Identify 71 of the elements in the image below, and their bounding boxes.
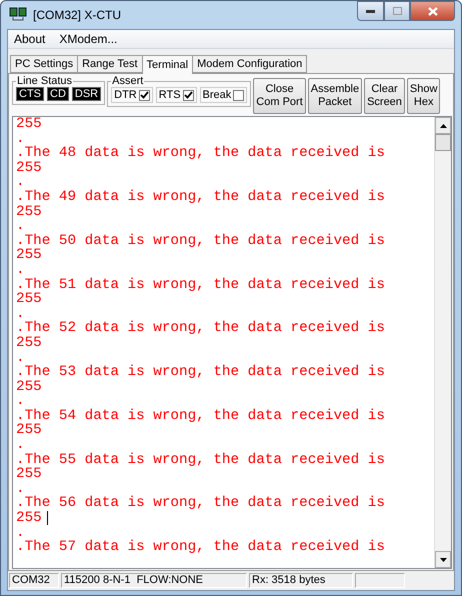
terminal-line: .The 50 data is wrong, the data received is bbox=[16, 234, 385, 248]
toolbar-button[interactable]: Clear Screen bbox=[364, 78, 405, 114]
scroll-thumb[interactable] bbox=[435, 134, 451, 151]
checkbox-label: DTR bbox=[114, 89, 137, 101]
tab[interactable]: Modem Configuration bbox=[192, 55, 308, 73]
terminal-line: . bbox=[16, 219, 25, 234]
scrollbar[interactable] bbox=[434, 117, 451, 568]
scroll-up-button[interactable] bbox=[435, 117, 451, 134]
minimize-icon bbox=[366, 10, 375, 12]
maximize-icon bbox=[392, 7, 402, 15]
terminal-line: .The 49 data is wrong, the data received is bbox=[16, 190, 385, 205]
status-bar-cell: COM32 bbox=[9, 573, 59, 588]
check-icon bbox=[184, 91, 193, 99]
terminal-line: . bbox=[16, 175, 25, 190]
tab[interactable]: Range Test bbox=[77, 55, 143, 73]
status-bar-cell: Rx: 3518 bytes bbox=[249, 573, 353, 588]
terminal-line: 255 bbox=[16, 423, 42, 438]
status-indicator: DSR bbox=[72, 87, 102, 101]
tab[interactable]: Terminal bbox=[142, 55, 194, 74]
minimize-button[interactable] bbox=[357, 1, 384, 21]
terminal-line: 255 bbox=[16, 467, 42, 482]
terminal-line: . bbox=[16, 482, 25, 496]
terminal-line: . bbox=[16, 132, 25, 146]
close-button[interactable] bbox=[410, 1, 455, 21]
menu-item[interactable]: About bbox=[12, 31, 48, 47]
maximize-button[interactable] bbox=[384, 1, 410, 21]
group-title: Line Status bbox=[16, 76, 74, 86]
toolbar-button[interactable]: Show Hex bbox=[406, 78, 440, 114]
terminal-line: .The 54 data is wrong, the data received is bbox=[16, 408, 385, 424]
terminal-line: 255 bbox=[16, 248, 42, 263]
window-title: [COM32] X-CTU bbox=[33, 8, 122, 22]
scroll-up-arrow-icon bbox=[440, 124, 446, 128]
terminal-line: . bbox=[16, 262, 25, 278]
tab[interactable]: PC Settings bbox=[10, 55, 78, 73]
terminal-line: .The 55 data is wrong, the data received is bbox=[16, 452, 385, 468]
terminal-line: .The 57 data is wrong, the data received is bbox=[16, 540, 385, 555]
terminal-line: .The 53 data is wrong, the data received is bbox=[16, 365, 385, 380]
terminal-line: .The 48 data is wrong, the data received is bbox=[16, 146, 385, 161]
terminal-line: 255 bbox=[16, 336, 42, 350]
toolbar-button[interactable]: Close Com Port bbox=[253, 78, 306, 114]
scroll-down-button[interactable] bbox=[435, 551, 451, 568]
group-title: Assert bbox=[111, 76, 144, 86]
terminal-line: 255 bbox=[16, 292, 42, 307]
checkbox-label: RTS bbox=[158, 89, 181, 101]
toolbar-button[interactable]: Assemble Packet bbox=[308, 78, 362, 114]
terminal-line: 255 bbox=[16, 160, 42, 176]
terminal-line: .The 52 data is wrong, the data received is bbox=[16, 321, 385, 336]
terminal-line: .The 51 data is wrong, the data received is bbox=[16, 278, 385, 292]
terminal-line: 255 bbox=[16, 511, 42, 526]
terminal-line: . bbox=[16, 526, 25, 540]
terminal-line: .The 56 data is wrong, the data received is bbox=[16, 496, 385, 512]
close-icon bbox=[428, 6, 438, 16]
checkbox[interactable] bbox=[138, 90, 150, 100]
scroll-down-arrow-icon bbox=[440, 558, 446, 562]
terminal-line: 255 bbox=[16, 117, 42, 132]
check-icon bbox=[140, 91, 149, 99]
terminal-line: 255 bbox=[16, 204, 42, 220]
terminal-line: . bbox=[16, 350, 25, 366]
terminal-line: . bbox=[16, 306, 25, 322]
checkbox[interactable] bbox=[182, 90, 194, 100]
app-icon bbox=[9, 7, 27, 23]
checkbox-label: Break bbox=[202, 89, 232, 101]
terminal-line: . bbox=[16, 438, 25, 453]
status-bar-cell: 115200 8-N-1 FLOW:NONE bbox=[61, 573, 247, 588]
status-bar-panel bbox=[355, 573, 405, 588]
status-indicator: CD bbox=[47, 87, 69, 101]
terminal-line: . bbox=[16, 394, 25, 409]
checkbox[interactable] bbox=[233, 90, 244, 100]
status-indicator: CTS bbox=[16, 87, 44, 101]
menu-item[interactable]: XModem... bbox=[57, 31, 120, 47]
terminal-line: 255 bbox=[16, 380, 42, 394]
